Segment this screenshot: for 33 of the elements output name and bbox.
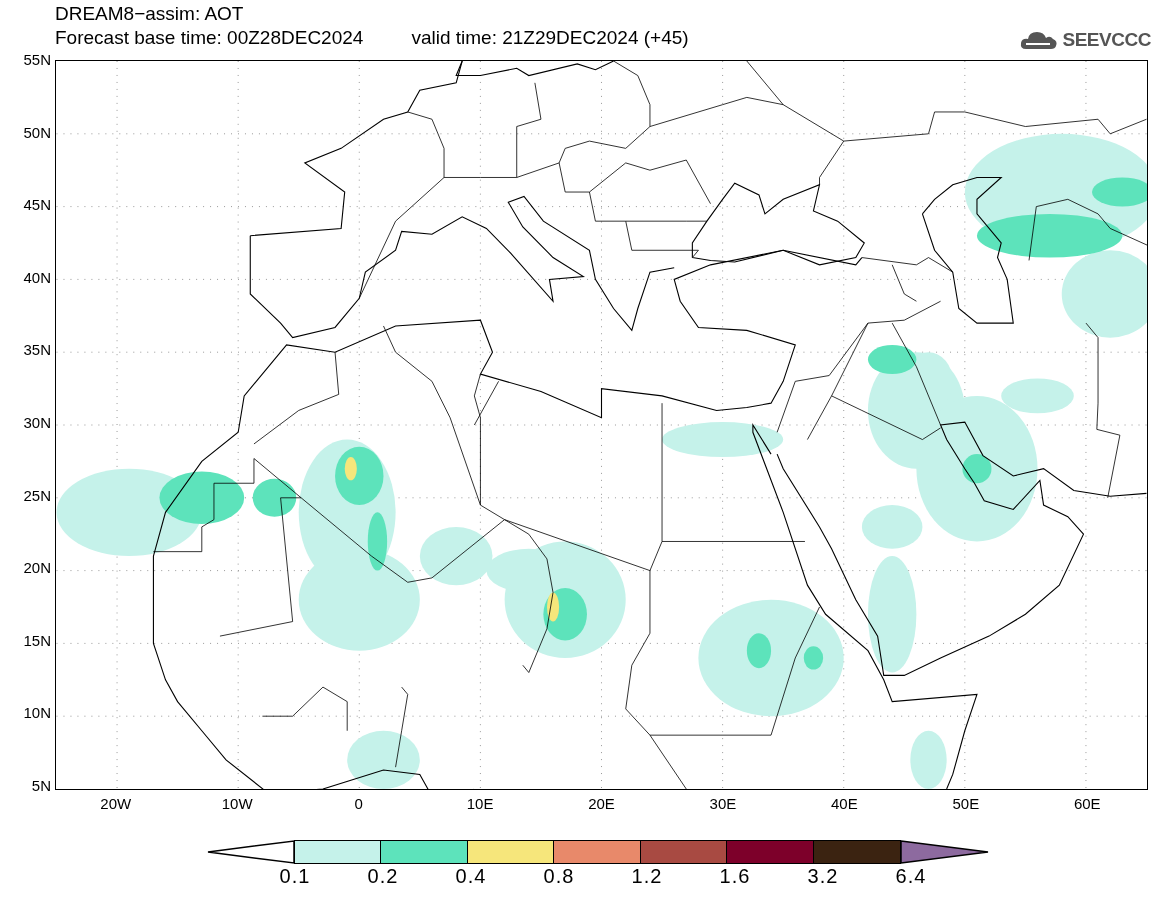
longitude-label: 40E (831, 796, 858, 812)
latitude-label: 10N (23, 705, 51, 722)
latitude-label: 45N (23, 197, 51, 214)
longitude-label: 30E (709, 796, 737, 812)
colorbar-label: 1.6 (719, 864, 751, 888)
longitude-label: 50E (952, 796, 980, 812)
colorbar-label: 0.8 (543, 864, 575, 888)
cloud-logo-icon (1020, 29, 1059, 52)
valid-time-label: valid time: 21Z29DEC2024 (+45) (411, 26, 689, 50)
colorbar-label: 0.2 (367, 864, 399, 888)
longitude-label: 0 (354, 796, 363, 812)
colorbar-label: 3.2 (807, 864, 839, 888)
latitude-label: 25N (23, 487, 51, 504)
longitude-label: 20W (100, 796, 132, 812)
logo-text: SEEVCCC (1062, 28, 1151, 52)
colorbar-label: 1.2 (631, 864, 663, 888)
latitude-label: 50N (23, 124, 51, 141)
latitude-label: 15N (23, 632, 51, 649)
latitude-label: 35N (23, 342, 51, 359)
base-time-label: Forecast base time: 00Z28DEC2024 (55, 26, 364, 50)
longitude-label: 10E (466, 796, 494, 812)
longitude-label: 10W (221, 796, 253, 812)
chart-title: DREAM8−assim: AOT (55, 2, 245, 26)
latitude-label: 55N (23, 52, 51, 68)
latitude-label: 40N (23, 269, 51, 286)
longitude-label: 20E (588, 796, 615, 812)
longitude-label: 60E (1073, 796, 1101, 812)
colorbar-label: 0.4 (455, 864, 487, 888)
latitude-label: 30N (23, 414, 51, 431)
latitude-label: 20N (23, 560, 51, 577)
colorbar-label: 0.1 (279, 864, 311, 888)
colorbar-label: 6.4 (895, 864, 927, 888)
latitude-label: 5N (31, 777, 51, 794)
